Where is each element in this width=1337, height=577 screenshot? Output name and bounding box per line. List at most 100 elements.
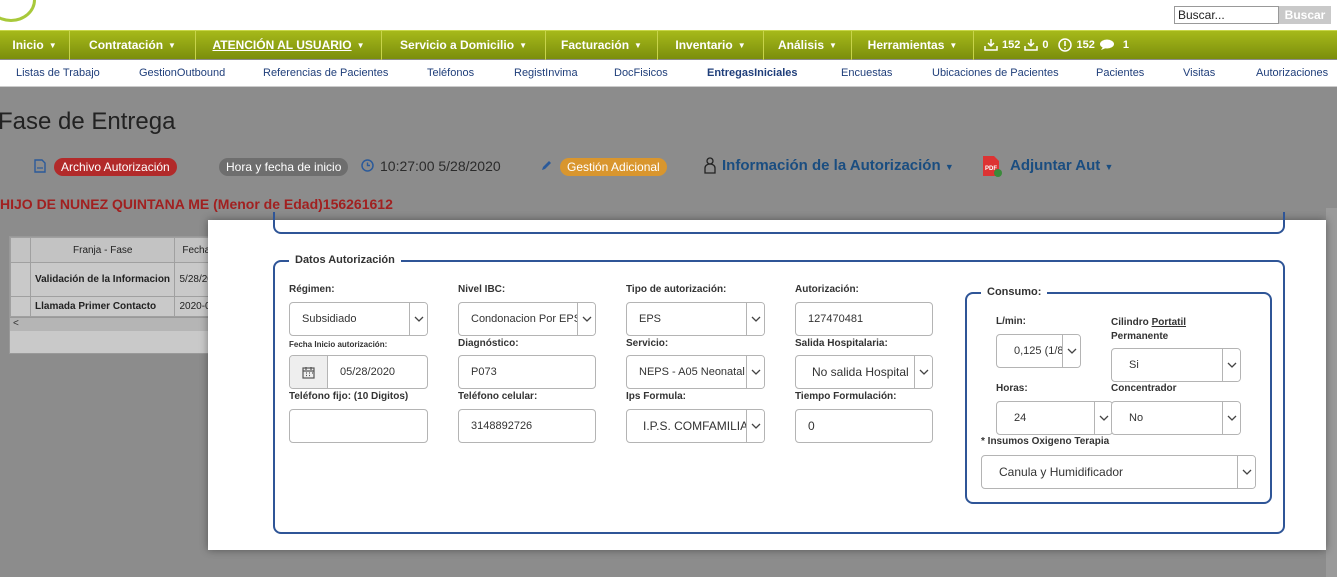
cilindro-select[interactable]: Si bbox=[1111, 348, 1241, 382]
nav-inicio[interactable]: Inicio ▼ bbox=[0, 30, 70, 60]
caret-down-icon: ▼ bbox=[829, 40, 837, 50]
patient-name: HIJO DE NUNEZ QUINTANA ME (Menor de Edad… bbox=[0, 196, 393, 212]
consumo-fieldset: Consumo: L/min: 0,125 (1/8 Cilindro Port… bbox=[965, 286, 1272, 504]
authorization-modal: Datos Autorización Régimen: Nivel IBC: T… bbox=[208, 212, 1326, 550]
page-toolbar: Archivo Autorización Hora y fecha de ini… bbox=[0, 150, 1337, 182]
previous-fieldset bbox=[273, 212, 1285, 234]
subnav-telefonos[interactable]: Teléfonos bbox=[427, 67, 474, 79]
horizontal-scrollbar[interactable]: < bbox=[10, 317, 218, 331]
search-input[interactable] bbox=[1174, 6, 1279, 24]
page-scrollbar[interactable] bbox=[1326, 208, 1337, 577]
tipo-autorizacion-select[interactable]: EPS bbox=[626, 302, 765, 336]
nav-atencion-usuario[interactable]: ATENCIÓN AL USUARIO ▼ bbox=[196, 30, 382, 60]
lmin-label: L/min: bbox=[996, 316, 1026, 327]
ips-formula-select[interactable]: I.P.S. COMFAMILIAR bbox=[626, 409, 765, 443]
nav-facturacion[interactable]: Facturación ▼ bbox=[546, 30, 658, 60]
chevron-down-icon bbox=[577, 303, 595, 335]
telefono-celular-label: Teléfono celular: bbox=[458, 391, 538, 402]
autorizacion-label: Autorización: bbox=[795, 284, 859, 295]
chevron-down-icon bbox=[1222, 402, 1240, 434]
caret-down-icon: ▼ bbox=[949, 40, 958, 50]
hora-inicio-value: 10:27:00 5/28/2020 bbox=[380, 158, 501, 174]
subnav-visitas[interactable]: Visitas bbox=[1183, 67, 1215, 79]
chevron-down-icon bbox=[1062, 335, 1080, 367]
tiempo-formulacion-input[interactable]: 0 bbox=[795, 409, 933, 443]
salida-hospitalaria-label: Salida Hospitalaria: bbox=[795, 338, 888, 349]
user-icon bbox=[704, 157, 716, 177]
subnav-listas-trabajo[interactable]: Listas de Trabajo bbox=[16, 67, 100, 79]
cilindro-label: Cilindro Portatil Permanente bbox=[1111, 317, 1187, 342]
consumo-legend: Consumo: bbox=[981, 286, 1048, 298]
subnav-autorizaciones[interactable]: Autorizaciones bbox=[1256, 67, 1328, 79]
messages-count: 1 bbox=[1122, 39, 1129, 51]
gestion-adicional-button[interactable]: Gestión Adicional bbox=[560, 158, 667, 176]
subnav-referencias-pacientes[interactable]: Referencias de Pacientes bbox=[263, 67, 388, 79]
telefono-fijo-input[interactable] bbox=[289, 409, 428, 443]
alert-circle-icon[interactable] bbox=[1058, 38, 1073, 52]
table-row[interactable]: Validación de la Informacion 5/28/20 bbox=[10, 262, 218, 297]
tipo-autorizacion-label: Tipo de autorización: bbox=[626, 284, 727, 295]
ips-formula-label: Ips Formula: bbox=[626, 391, 687, 402]
pencil-icon bbox=[540, 159, 553, 175]
pdf-icon: PDF bbox=[982, 155, 1002, 180]
lmin-select[interactable]: 0,125 (1/8 bbox=[996, 334, 1081, 368]
subnav-ubicaciones-pacientes[interactable]: Ubicaciones de Pacientes bbox=[932, 67, 1059, 79]
nav-inventario[interactable]: Inventario ▼ bbox=[658, 30, 764, 60]
caret-down-icon: ▼ bbox=[1104, 162, 1114, 172]
nav-servicio-domicilio[interactable]: Servicio a Domicilio ▼ bbox=[382, 30, 546, 60]
regimen-select[interactable]: Subsidiado bbox=[289, 302, 428, 336]
subnav-pacientes[interactable]: Pacientes bbox=[1096, 67, 1144, 79]
insumos-label: * Insumos Oxigeno Terapia bbox=[981, 436, 1110, 447]
chevron-down-icon bbox=[1222, 349, 1240, 381]
concentrador-label: Concentrador bbox=[1111, 383, 1177, 394]
fecha-inicio-input[interactable]: 05/28/2020 bbox=[289, 355, 428, 389]
informacion-autorizacion-dropdown[interactable]: Información de la Autorización ▼ bbox=[722, 157, 954, 174]
autorizacion-input[interactable]: 127470481 bbox=[795, 302, 933, 336]
chevron-down-icon bbox=[746, 303, 764, 335]
regimen-label: Régimen: bbox=[289, 284, 335, 295]
caret-down-icon: ▼ bbox=[356, 40, 365, 50]
nav-analisis[interactable]: Análisis ▼ bbox=[764, 30, 852, 60]
horas-select[interactable]: 24 bbox=[996, 401, 1113, 435]
salida-hospitalaria-select[interactable]: No salida Hospital bbox=[795, 355, 933, 389]
insumos-select[interactable]: Canula y Humidificador bbox=[981, 455, 1256, 489]
servicio-select[interactable]: NEPS - A05 Neonatal bbox=[626, 355, 765, 389]
adjuntar-aut-dropdown[interactable]: Adjuntar Aut ▼ bbox=[1010, 157, 1113, 174]
subnav-docfisicos[interactable]: DocFisicos bbox=[614, 67, 668, 79]
subnav-registinvima[interactable]: RegistInvima bbox=[514, 67, 578, 79]
concentrador-select[interactable]: No bbox=[1111, 401, 1241, 435]
chevron-down-icon bbox=[914, 356, 932, 388]
subnav-entregas-iniciales[interactable]: EntregasIniciales bbox=[707, 67, 798, 79]
nav-herramientas[interactable]: Herramientas ▼ bbox=[852, 30, 974, 60]
column-header-franja[interactable]: Franja - Fase bbox=[29, 237, 176, 263]
document-icon[interactable] bbox=[34, 159, 46, 176]
inbox-tray-icon[interactable] bbox=[984, 38, 998, 52]
telefono-celular-input[interactable]: 3148892726 bbox=[458, 409, 596, 443]
calendar-icon[interactable] bbox=[290, 356, 328, 388]
alerts-count: 152 bbox=[1076, 39, 1095, 51]
search-button[interactable]: Buscar bbox=[1279, 6, 1331, 24]
main-navbar: Inicio ▼ Contratación ▼ ATENCIÓN AL USUARI… bbox=[0, 30, 1337, 60]
subnav-gestion-outbound[interactable]: GestionOutbound bbox=[139, 67, 225, 79]
tiempo-formulacion-label: Tiempo Formulación: bbox=[795, 391, 897, 402]
subnav-encuestas[interactable]: Encuestas bbox=[841, 67, 892, 79]
caret-down-icon: ▼ bbox=[634, 40, 642, 50]
chat-bubble-icon[interactable] bbox=[1099, 39, 1115, 51]
table-row[interactable]: Llamada Primer Contacto 2020-0 bbox=[10, 296, 218, 317]
caret-down-icon: ▼ bbox=[737, 40, 746, 50]
page-title: Fase de Entrega bbox=[0, 108, 176, 135]
outbox-tray-icon[interactable] bbox=[1024, 38, 1039, 52]
datos-autorizacion-fieldset: Datos Autorización Régimen: Nivel IBC: T… bbox=[273, 254, 1285, 534]
nivel-ibc-select[interactable]: Condonacion Por EPS bbox=[458, 302, 596, 336]
fieldset-legend: Datos Autorización bbox=[289, 254, 401, 266]
archivo-autorizacion-button[interactable]: Archivo Autorización bbox=[54, 158, 177, 176]
sub-navbar: Listas de Trabajo GestionOutbound Refere… bbox=[0, 60, 1337, 87]
servicio-label: Servicio: bbox=[626, 338, 669, 349]
diagnostico-input[interactable]: P073 bbox=[458, 355, 596, 389]
telefono-fijo-label: Teléfono fijo: (10 Digitos) bbox=[289, 391, 409, 402]
clock-icon bbox=[361, 159, 374, 175]
nav-contratacion[interactable]: Contratación ▼ bbox=[70, 30, 196, 60]
caret-down-icon: ▼ bbox=[48, 40, 57, 50]
chevron-left-icon[interactable]: < bbox=[13, 318, 19, 329]
chevron-down-icon bbox=[409, 303, 427, 335]
